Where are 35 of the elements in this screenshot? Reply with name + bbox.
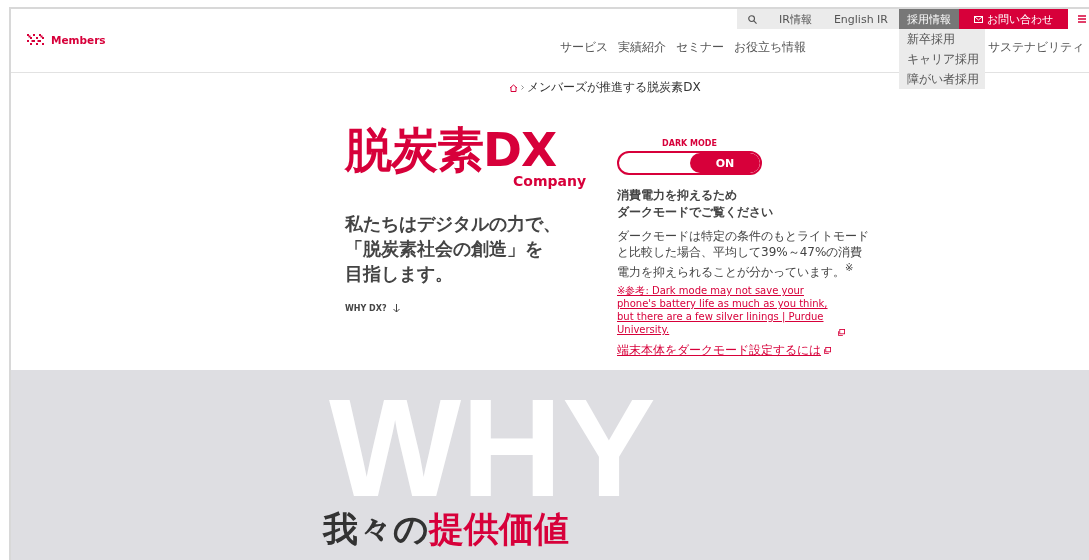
dark-mode-heading-line: ダークモードでご覧ください	[617, 204, 773, 221]
nav-link[interactable]: 実績紹介	[618, 39, 666, 56]
reference-link[interactable]: ※参考: Dark mode may not save your phone's battery life as much as you think, but there are a few silver linings | Purdue University.	[617, 284, 835, 336]
mail-icon	[974, 15, 983, 23]
dark-mode-description: ダークモードは特定の条件のもとライトモードと比較した場合、平均して39%～47%の消費電力を抑えられることが分かっています。$^{※}$	[617, 228, 870, 280]
hero-lead-line: 目指します。	[345, 262, 453, 286]
utility-link[interactable]: IR情報	[768, 9, 823, 29]
breadcrumb-current: メンバーズが推進する脱炭素DX	[527, 79, 701, 96]
nav-link[interactable]: サステナビリティ	[988, 39, 1084, 56]
chevron-icon	[521, 85, 525, 90]
dropdown-item[interactable]: 障がい者採用	[907, 72, 979, 86]
external-link-icon	[838, 329, 845, 336]
dark-mode-label: DARK MODE	[661, 139, 718, 148]
nav-link[interactable]: セミナー	[676, 39, 724, 56]
logo-icon	[27, 34, 44, 46]
nav-link[interactable]: サービス	[560, 39, 608, 56]
arrow-down-icon	[392, 304, 400, 313]
dropdown-item[interactable]: キャリア採用	[907, 52, 979, 66]
external-link-icon	[824, 347, 831, 354]
dark-mode-heading-line: 消費電力を抑えるため	[617, 187, 737, 204]
dropdown-item[interactable]: 新卒採用	[907, 32, 979, 46]
nav-link[interactable]: お役立ち情報	[734, 39, 806, 56]
section-title: 我々の提供価値	[323, 508, 569, 551]
dark-mode-toggle[interactable]: ON	[617, 151, 762, 175]
hero-lead-line: 私たちはデジタルの力で、	[345, 212, 561, 236]
why-dx-link[interactable]: WHY DX?	[345, 304, 387, 313]
contact-button[interactable]: お問い合わせ	[959, 9, 1068, 29]
home-icon[interactable]	[509, 83, 519, 92]
utility-link[interactable]: English IR	[822, 9, 899, 29]
search-button[interactable]	[737, 9, 768, 29]
recruit-menu[interactable]: 採用情報	[899, 9, 959, 29]
search-icon	[748, 14, 757, 24]
hero-lead-line: 「脱炭素社会の創造」を	[345, 237, 543, 261]
logo-text[interactable]: Members	[51, 34, 106, 46]
menu-icon[interactable]	[1078, 15, 1086, 23]
